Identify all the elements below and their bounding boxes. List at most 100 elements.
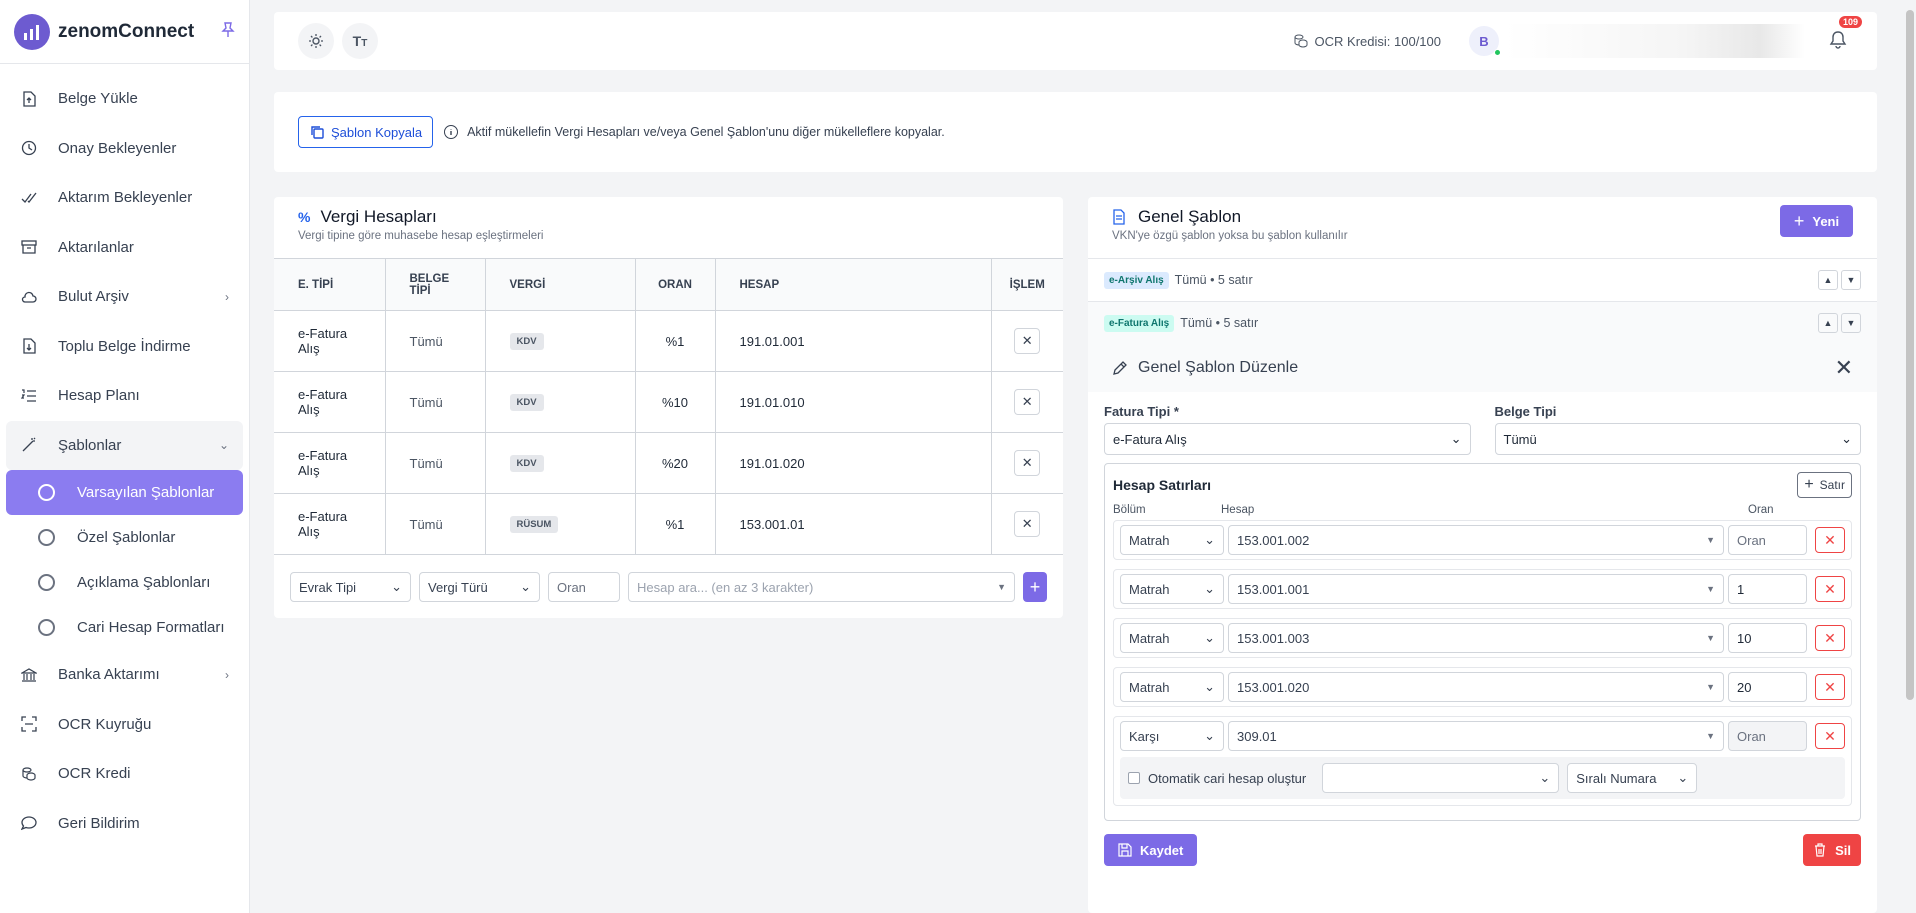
rate-input[interactable]: 1	[1728, 574, 1807, 604]
account-lines-title: Hesap Satırları	[1113, 477, 1212, 493]
sidebar-item-aktar-m-bekleyenler[interactable]: Aktarım Bekleyenler	[0, 173, 249, 223]
auto-account-checkbox[interactable]	[1128, 772, 1140, 784]
accordion-text: Tümü • 5 satır	[1180, 316, 1259, 330]
chevron-down-icon: ⌄	[1204, 728, 1215, 743]
sidebar-subitem[interactable]: Varsayılan Şablonlar	[6, 470, 243, 515]
account-search-input[interactable]: Hesap ara... (en az 3 karakter) ▼	[628, 572, 1015, 602]
sidebar-item-aktar-lanlar[interactable]: Aktarılanlar	[0, 223, 249, 273]
remove-row-button[interactable]: ✕	[1014, 328, 1041, 354]
rate-input[interactable]: 20	[1728, 672, 1807, 702]
general-template-title: Genel Şablon	[1112, 207, 1853, 227]
sidebar-subitem[interactable]: Özel Şablonlar	[0, 515, 249, 560]
sidebar-item-belge-y-kle[interactable]: Belge Yükle	[0, 74, 249, 124]
rate-input[interactable]: Oran	[548, 572, 620, 602]
close-icon: ✕	[1021, 394, 1033, 409]
chat-bubble-icon	[20, 814, 38, 832]
rate-input[interactable]: Oran	[1728, 525, 1807, 555]
move-up-button[interactable]: ▲	[1818, 270, 1838, 290]
remove-row-button[interactable]: ✕	[1014, 511, 1041, 537]
rate-input[interactable]: Oran	[1728, 721, 1807, 751]
avatar[interactable]: B	[1469, 26, 1501, 56]
tax-type-select[interactable]: Vergi Türü ⌄	[419, 572, 540, 602]
remove-row-button[interactable]: ✕	[1014, 450, 1041, 476]
circle-icon	[38, 574, 55, 591]
account-select[interactable]: 153.001.003 ▼	[1228, 623, 1724, 653]
document-type-label: Belge Tipi	[1494, 404, 1557, 419]
rate-value: Oran	[1737, 532, 1766, 548]
sidebar-item-onay-bekleyenler[interactable]: Onay Bekleyenler	[0, 124, 249, 174]
section-select[interactable]: Karşı ⌄	[1120, 721, 1224, 751]
delete-line-button[interactable]: ✕	[1815, 674, 1845, 700]
delete-line-button[interactable]: ✕	[1815, 625, 1845, 651]
document-type-select[interactable]: Tümü ⌄	[1494, 423, 1861, 455]
sidebar-item-hesap-plan[interactable]: Hesap Planı	[0, 371, 249, 421]
account-lines-section: Hesap Satırları + Satır Bölüm Hesap Oran…	[1104, 463, 1861, 821]
sidebar-item-toplu-belge-i-ndirme[interactable]: Toplu Belge İndirme	[0, 322, 249, 372]
save-button[interactable]: Kaydet	[1104, 834, 1198, 866]
accordion-badge: e-Fatura Alış	[1104, 314, 1175, 332]
account-search-placeholder: Hesap ara... (en az 3 karakter)	[637, 579, 814, 595]
chevron-down-icon: ⌄	[1539, 770, 1551, 785]
rate-input[interactable]: 10	[1728, 623, 1807, 653]
section-select[interactable]: Matrah ⌄	[1120, 672, 1224, 702]
cell-oran: %1	[635, 310, 716, 372]
move-down-button[interactable]: ▼	[1841, 270, 1861, 290]
sidebar-item-label: OCR Kuyruğu	[58, 715, 152, 733]
rate-value: 20	[1737, 679, 1752, 695]
section-select[interactable]: Matrah ⌄	[1120, 574, 1224, 604]
sidebar-item-ocr-kuyru-u[interactable]: OCR Kuyruğu	[0, 700, 249, 750]
accordion-efatura[interactable]: e-Fatura Alış Tümü • 5 satır ▲ ▼	[1088, 301, 1877, 344]
magic-wand-icon	[20, 436, 38, 454]
close-icon: ✕	[1824, 678, 1836, 695]
add-line-button[interactable]: + Satır	[1797, 472, 1852, 498]
delete-line-button[interactable]: ✕	[1815, 723, 1845, 749]
move-down-button[interactable]: ▼	[1841, 313, 1861, 333]
account-line: Matrah ⌄ 153.001.003 ▼ 10 ✕	[1113, 618, 1852, 658]
page-scrollbar[interactable]	[1906, 10, 1914, 700]
sidebar-subitem[interactable]: Cari Hesap Formatları	[0, 605, 249, 650]
new-template-label: Yeni	[1812, 213, 1840, 229]
cell-hesap: 191.01.020	[715, 432, 992, 494]
move-up-button[interactable]: ▲	[1818, 313, 1838, 333]
tax-type-value: Vergi Türü	[428, 579, 488, 595]
account-value: 153.001.001	[1237, 581, 1310, 597]
notification-button[interactable]: 109	[1829, 15, 1863, 53]
sidebar-item-banka-aktar-m[interactable]: Banka Aktarımı ›	[0, 650, 249, 700]
add-tax-account-button[interactable]: +	[1023, 572, 1047, 602]
clock-icon	[20, 139, 38, 157]
section-select[interactable]: Matrah ⌄	[1120, 525, 1224, 555]
sidebar-item-ocr-kredi[interactable]: OCR Kredi	[0, 749, 249, 799]
font-size-button[interactable]: TT	[342, 23, 378, 59]
cell-vergi: RÜSUM	[485, 493, 636, 555]
pin-icon[interactable]	[221, 22, 235, 41]
new-template-button[interactable]: + Yeni	[1780, 205, 1853, 237]
account-select[interactable]: 309.01 ▼	[1228, 721, 1724, 751]
remove-row-button[interactable]: ✕	[1014, 389, 1041, 415]
sidebar-item-bulut-ar-iv[interactable]: Bulut Arşiv ›	[0, 272, 249, 322]
cell-oran: %20	[635, 432, 716, 494]
invoice-type-select[interactable]: e-Fatura Alış ⌄	[1104, 423, 1471, 455]
cell-belge-tipi: Tümü	[385, 371, 486, 433]
sidebar-item-geri-bildirim[interactable]: Geri Bildirim	[0, 799, 249, 849]
section-select[interactable]: Matrah ⌄	[1120, 623, 1224, 653]
bell-icon	[1829, 30, 1847, 49]
account-select[interactable]: 153.001.002 ▼	[1228, 525, 1724, 555]
accordion-earsiv[interactable]: e-Arşiv Alış Tümü • 5 satır ▲ ▼	[1088, 258, 1877, 301]
chevron-down-icon: ⌄	[391, 579, 402, 594]
sidebar-item-ablonlar[interactable]: Şablonlar ⌄	[6, 420, 243, 470]
coins-icon	[1294, 34, 1308, 48]
sequence-select[interactable]: Sıralı Numara ⌄	[1567, 763, 1698, 793]
delete-line-button[interactable]: ✕	[1815, 576, 1845, 602]
account-select[interactable]: 153.001.001 ▼	[1228, 574, 1724, 604]
account-format-select[interactable]: ⌄	[1322, 763, 1560, 793]
cell-belge-tipi: Tümü	[385, 432, 486, 494]
account-select[interactable]: 153.001.020 ▼	[1228, 672, 1724, 702]
delete-button[interactable]: Sil	[1803, 834, 1861, 866]
copy-template-button[interactable]: Şablon Kopyala	[298, 116, 434, 148]
delete-line-button[interactable]: ✕	[1815, 527, 1845, 553]
close-icon[interactable]: ✕	[1835, 355, 1853, 381]
document-type-select[interactable]: Evrak Tipi ⌄	[290, 572, 411, 602]
theme-toggle-button[interactable]	[298, 23, 334, 59]
sidebar-subitem[interactable]: Açıklama Şablonları	[0, 560, 249, 605]
edit-panel-header: Genel Şablon Düzenle ✕	[1088, 344, 1877, 392]
